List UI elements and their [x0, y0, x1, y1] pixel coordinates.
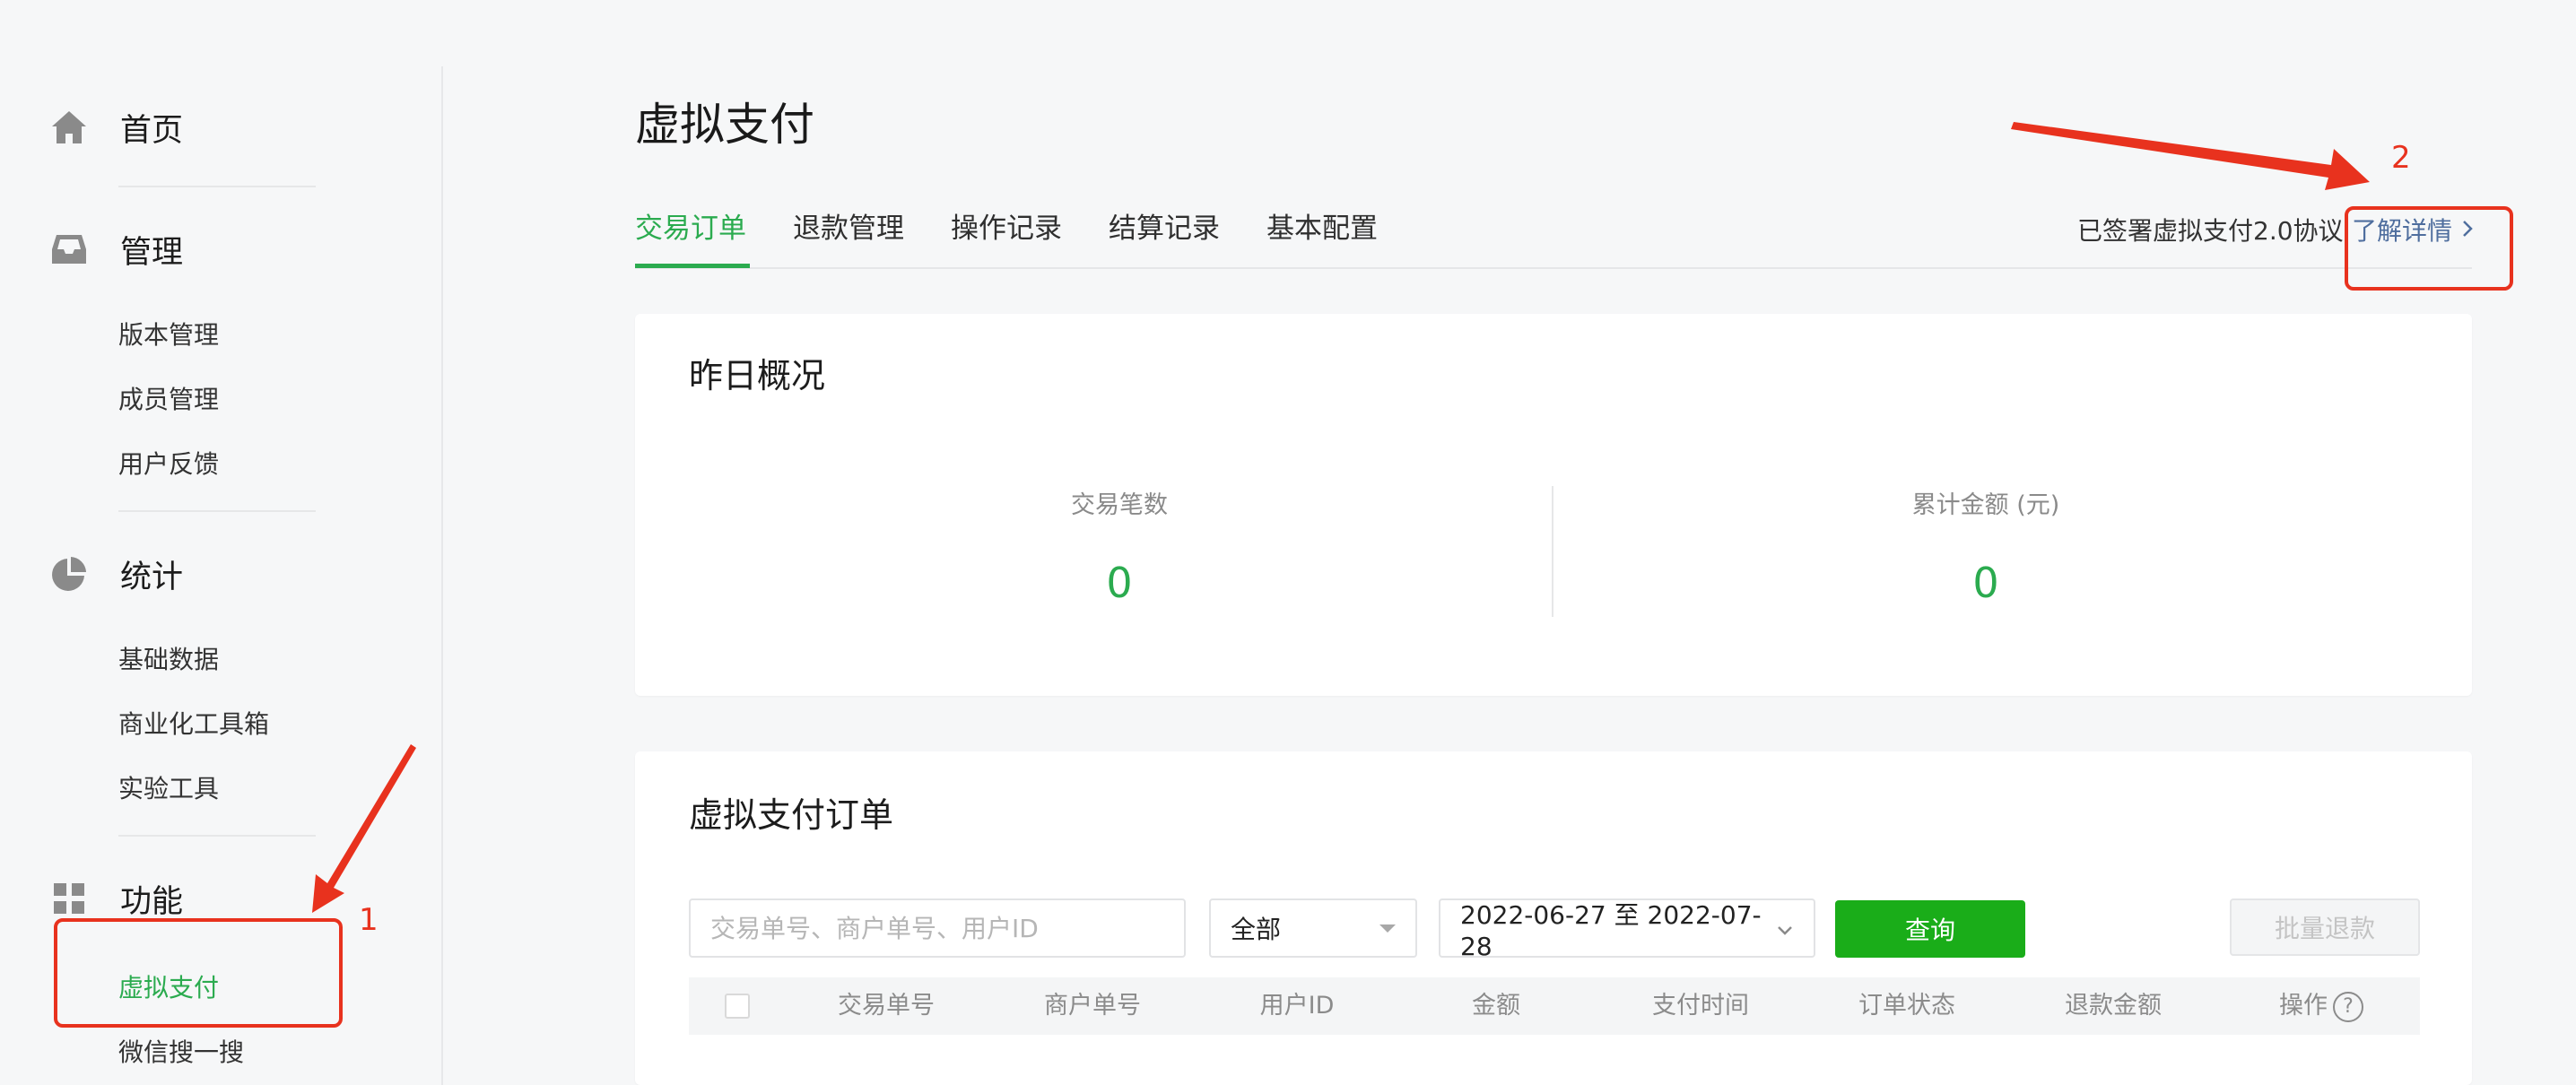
- agreement-status: 已签署虚拟支付2.0协议: [2077, 216, 2344, 246]
- order-status-value: 全部: [1231, 915, 1282, 944]
- date-range-value: 2022-06-27 至 2022-07-28: [1460, 899, 1762, 961]
- column-header-merchant-no: 商户单号: [1044, 992, 1141, 1020]
- order-search-field: [689, 898, 1186, 958]
- page-title: 虚拟支付: [635, 99, 814, 151]
- sidebar-item-label: 管理: [120, 234, 184, 271]
- sidebar-item-label: 功能: [120, 883, 184, 920]
- query-button[interactable]: 查询: [1835, 900, 2025, 958]
- divider: [118, 835, 316, 837]
- column-header-actions-label: 操作: [2279, 992, 2328, 1020]
- orders-table-header: 交易单号 商户单号 用户ID 金额 支付时间 订单状态 退款金额 操作?: [689, 977, 2420, 1035]
- orders-title: 虚拟支付订单: [689, 795, 894, 835]
- sidebar-divider: [441, 66, 443, 1085]
- order-status-select[interactable]: 全部: [1209, 898, 1417, 958]
- annotation-number-1: 1: [359, 902, 379, 938]
- column-header-refund-amount: 退款金额: [2065, 992, 2162, 1020]
- sidebar-item-feedback[interactable]: 用户反馈: [118, 447, 219, 482]
- pie-chart-icon: [48, 553, 90, 595]
- stat-divider: [1552, 486, 1553, 617]
- stat-value-transactions: 0: [1106, 559, 1133, 607]
- sidebar-item-experiment-tools[interactable]: 实验工具: [118, 771, 219, 807]
- column-header-pay-time: 支付时间: [1652, 992, 1749, 1020]
- select-all-checkbox[interactable]: [725, 994, 750, 1019]
- tab-refund-management[interactable]: 退款管理: [793, 206, 904, 251]
- annotation-box-2: [2345, 206, 2513, 291]
- stat-value-amount: 0: [1972, 559, 1999, 607]
- tab-bar-divider: [635, 267, 2472, 269]
- column-header-user-id: 用户ID: [1259, 992, 1335, 1020]
- grid-icon: [48, 878, 90, 919]
- sidebar-item-label: 首页: [120, 112, 184, 149]
- column-header-actions: 操作?: [2250, 977, 2393, 1035]
- order-search-input[interactable]: [691, 900, 1184, 956]
- sidebar-item-home[interactable]: 首页: [48, 100, 183, 154]
- divider: [118, 186, 316, 187]
- sidebar-item-commercial-tools[interactable]: 商业化工具箱: [118, 707, 269, 742]
- column-header-order-status: 订单状态: [1858, 992, 1955, 1020]
- tab-operation-log[interactable]: 操作记录: [951, 206, 1062, 251]
- chevron-down-icon: [1776, 914, 1794, 943]
- active-tab-indicator: [635, 264, 750, 268]
- inbox-icon: [48, 229, 90, 270]
- sidebar-item-manage[interactable]: 管理: [48, 222, 183, 276]
- sidebar-item-basic-data[interactable]: 基础数据: [118, 642, 219, 678]
- sidebar-item-members[interactable]: 成员管理: [118, 382, 219, 418]
- stat-label-transactions: 交易笔数: [1071, 491, 1168, 519]
- sidebar-item-version[interactable]: 版本管理: [118, 317, 219, 353]
- tab-transaction-orders[interactable]: 交易订单: [635, 206, 746, 251]
- column-header-amount: 金额: [1472, 992, 1520, 1020]
- annotation-number-2: 2: [2391, 140, 2411, 176]
- home-icon: [48, 107, 90, 148]
- stat-label-amount: 累计金额 (元): [1911, 491, 2060, 519]
- question-circle-icon[interactable]: ?: [2333, 991, 2363, 1022]
- sidebar-item-stats[interactable]: 统计: [48, 547, 183, 601]
- divider: [118, 510, 316, 512]
- column-header-transaction-no: 交易单号: [838, 992, 935, 1020]
- tab-basic-config[interactable]: 基本配置: [1266, 206, 1378, 251]
- annotation-box-1: [54, 918, 343, 1028]
- batch-refund-button[interactable]: 批量退款: [2230, 898, 2420, 956]
- sidebar-item-wechat-search[interactable]: 微信搜一搜: [118, 1035, 244, 1071]
- sidebar-item-features[interactable]: 功能: [48, 872, 183, 925]
- sidebar-item-label: 统计: [120, 559, 184, 595]
- date-range-picker[interactable]: 2022-06-27 至 2022-07-28: [1439, 898, 1815, 961]
- overview-title: 昨日概况: [689, 356, 826, 395]
- caret-down-icon: [1379, 924, 1396, 933]
- tab-settlement-records[interactable]: 结算记录: [1109, 206, 1220, 251]
- annotation-arrow-2: [2011, 122, 2370, 190]
